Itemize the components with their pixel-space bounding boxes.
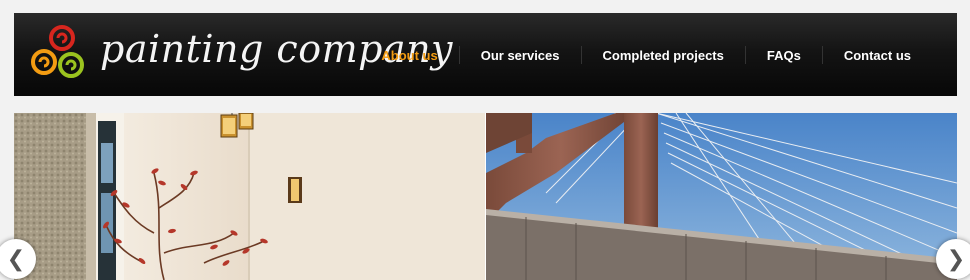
slide-bridge [486,113,957,280]
slider-next-button[interactable]: ❯ [936,239,970,279]
slide-interior-room [14,113,485,280]
nav-item-contact-us[interactable]: Contact us [844,48,911,63]
nav-item-our-services[interactable]: Our services [481,48,560,63]
nav-item-completed-projects[interactable]: Completed projects [603,48,724,63]
main-nav: About us Our services Completed projects… [381,45,911,65]
chevron-left-icon: ❮ [6,246,26,272]
interior-room-image [14,113,485,280]
nav-divider [744,46,746,64]
nav-divider [580,46,582,64]
nav-item-faqs[interactable]: FAQs [767,48,801,63]
chevron-right-icon: ❯ [946,246,966,272]
nav-divider [458,46,460,64]
site-header: painting company About us Our services C… [14,13,957,96]
bridge-image [486,113,957,280]
spiral-logo-icon [31,25,84,78]
nav-divider [821,46,823,64]
nav-item-about-us[interactable]: About us [381,48,437,63]
logo[interactable]: painting company [28,21,453,93]
image-slider [14,113,957,280]
